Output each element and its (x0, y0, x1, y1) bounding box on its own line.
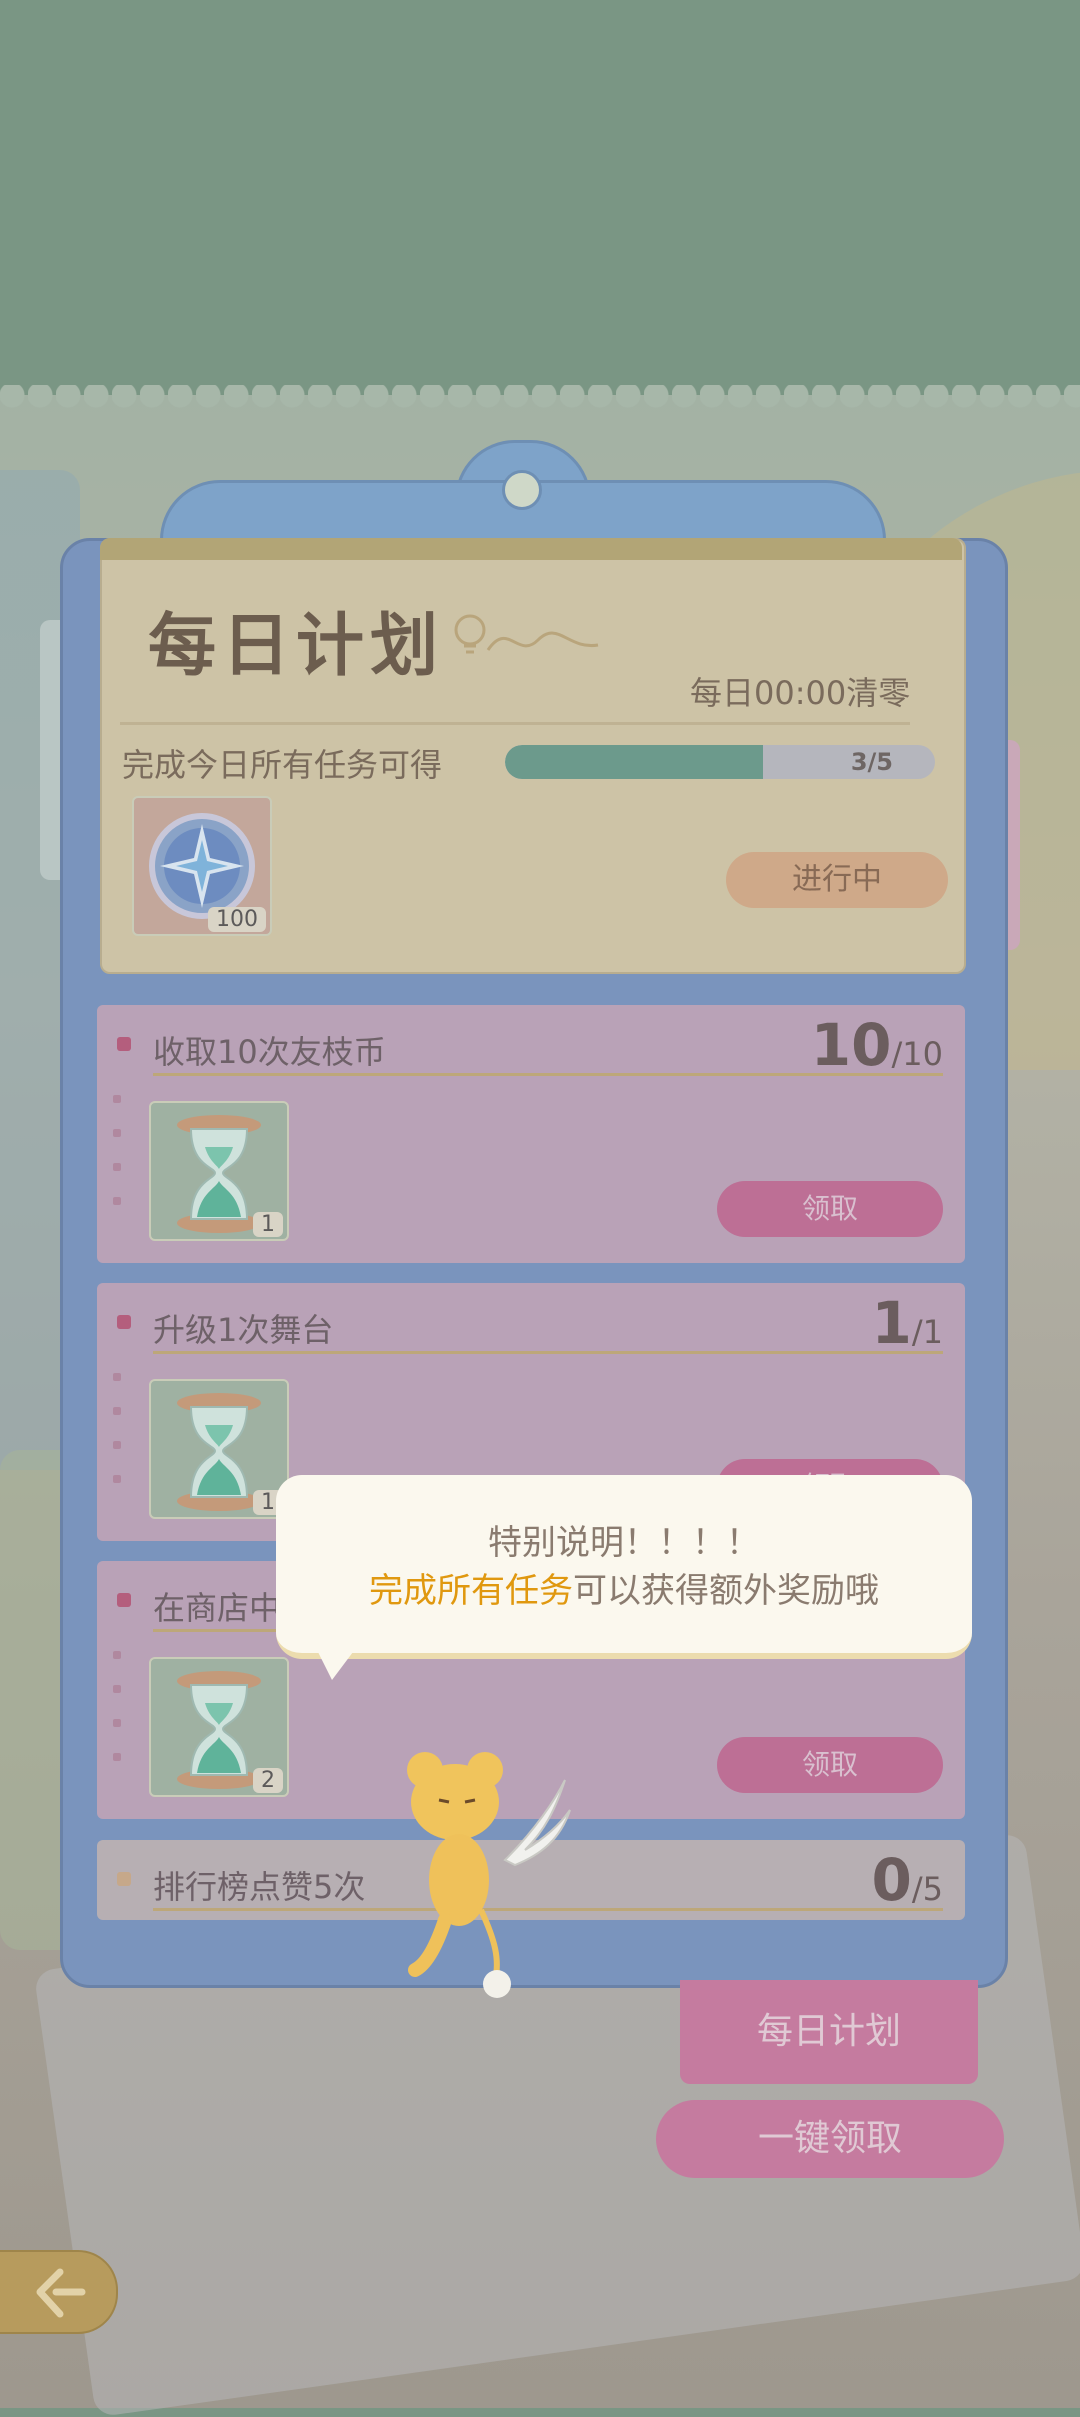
background-top (0, 0, 1080, 400)
item-quantity: 100 (208, 907, 266, 932)
task-progress: 0/5 (871, 1846, 944, 1914)
task-name: 在商店中 (153, 1589, 282, 1627)
status-button[interactable]: 进行中 (726, 852, 948, 908)
task-progress: 1/1 (871, 1289, 944, 1357)
tip-rest: 可以获得额外奖励哦 (573, 1571, 879, 1611)
task-underline (153, 1073, 943, 1076)
task-name: 排行榜点赞5次 (153, 1868, 366, 1906)
claim-button[interactable]: 领取 (717, 1181, 943, 1237)
bubble-tail (312, 1640, 362, 1680)
claim-button[interactable]: 领取 (717, 1737, 943, 1793)
compass-star-icon (149, 813, 255, 919)
tip-title: 特别说明！！！！ (488, 1523, 760, 1563)
header-band (100, 538, 962, 560)
tip-highlight: 完成所有任务 (369, 1571, 573, 1611)
task-progress: 10/10 (810, 1011, 943, 1079)
clip-hole (502, 470, 542, 510)
task-underline (153, 1351, 943, 1354)
lightbulb-doodle-icon (454, 614, 599, 654)
back-arrow-icon (36, 2268, 86, 2318)
task-bullet (117, 1315, 131, 1329)
item-quantity: 2 (253, 1768, 283, 1793)
daily-plan-button[interactable]: 每日计划 (680, 1980, 978, 2084)
task-bullet (117, 1037, 131, 1051)
task-name: 收取10次友枝币 (153, 1033, 386, 1071)
task-dots (113, 1373, 123, 1509)
tip-text: 完成所有任务可以获得额外奖励哦 (276, 1563, 972, 1612)
hourglass-item[interactable]: 1 (149, 1101, 289, 1241)
task-bullet (117, 1872, 131, 1886)
reward-description: 完成今日所有任务可得 (122, 746, 443, 784)
page-title: 每日计划 (148, 607, 445, 686)
hourglass-item[interactable]: 1 (149, 1379, 289, 1519)
reset-time: 每日00:00清零 (690, 674, 911, 712)
task-dots (113, 1095, 123, 1231)
item-quantity: 1 (253, 1212, 283, 1237)
task-name: 升级1次舞台 (153, 1311, 334, 1349)
back-button[interactable] (0, 2250, 118, 2334)
progress-fill (505, 745, 763, 779)
task-bullet (117, 1593, 131, 1607)
progress-bar: 3/5 (505, 745, 935, 779)
header-divider (120, 722, 910, 725)
hourglass-item[interactable]: 2 (149, 1657, 289, 1797)
progress-text: 3/5 (850, 748, 893, 776)
task-dots (113, 1651, 123, 1787)
scallop-edge (0, 385, 1080, 415)
task-card-1: 收取10次友枝币 10/10 1 领取 (97, 1005, 965, 1263)
mascot-character-icon (407, 1752, 571, 1998)
claim-all-button[interactable]: 一键领取 (656, 2100, 1004, 2178)
reward-item[interactable]: 100 (132, 796, 272, 936)
